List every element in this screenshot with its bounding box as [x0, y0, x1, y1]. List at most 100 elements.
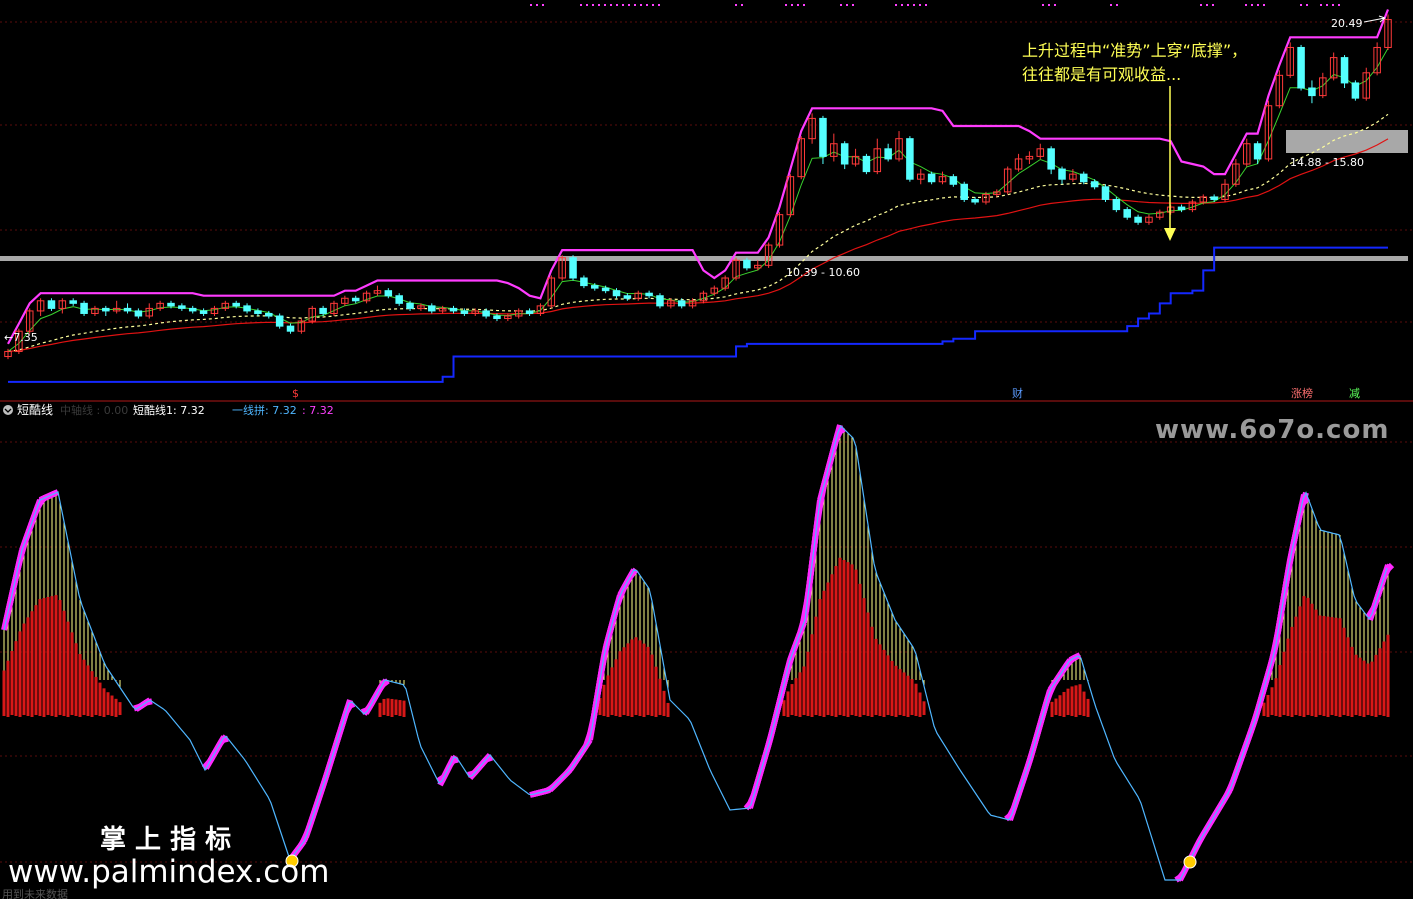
candle-body	[1253, 143, 1262, 160]
support-zone-low	[0, 256, 1408, 261]
support-zone-high	[1286, 130, 1408, 153]
candle-body	[232, 302, 240, 307]
dot-marker	[610, 4, 612, 6]
candle-body	[188, 307, 197, 312]
dot-marker	[919, 4, 921, 6]
dot-marker	[735, 4, 737, 6]
indicator-title[interactable]: 短酷线	[17, 403, 53, 417]
candle-body	[47, 300, 56, 309]
dot-marker	[913, 4, 915, 6]
dot-marker	[852, 4, 854, 6]
candle-body	[906, 138, 914, 180]
candle-body	[1351, 82, 1360, 99]
candle-body	[254, 310, 262, 314]
dot-marker	[1338, 4, 1340, 6]
candlestick-series	[4, 14, 1392, 360]
candle-body	[656, 295, 664, 307]
dot-marker	[1326, 4, 1328, 6]
event-tag-finance: 财	[1012, 386, 1023, 400]
candle-body	[178, 305, 186, 309]
dot-marker	[1110, 4, 1112, 6]
candle-body	[623, 295, 632, 299]
price-mark-arrow-icon	[1363, 15, 1386, 23]
candle-body	[1210, 196, 1218, 200]
candle-body	[1340, 57, 1349, 84]
footer-note: 用到未来数据	[2, 887, 68, 899]
candle-body	[1177, 206, 1186, 211]
candle-body	[580, 277, 588, 287]
dot-marker	[901, 4, 903, 6]
dot-marker	[1300, 4, 1302, 6]
candle-body	[949, 176, 958, 185]
ma-dashed-line	[7, 113, 1389, 353]
candle-body	[286, 325, 295, 332]
dot-marker	[785, 4, 787, 6]
dot-marker	[1251, 4, 1253, 6]
candle-body	[819, 117, 827, 157]
dot-marker	[580, 4, 582, 6]
candle-body	[525, 310, 534, 314]
price-mark-low: ←7.35	[4, 331, 38, 344]
candle-body	[275, 315, 284, 327]
event-tag-reduce: 减	[1349, 387, 1360, 400]
dot-marker	[846, 4, 848, 6]
candle-body	[1123, 209, 1131, 218]
event-tag-dollar: $	[292, 387, 299, 400]
dot-marker	[640, 4, 642, 6]
candle-body	[743, 259, 751, 269]
dot-marker	[1320, 4, 1322, 6]
lower-support-line	[8, 246, 1388, 383]
candle-body	[971, 198, 979, 203]
watermark-brand: 掌 上 指 标	[100, 825, 231, 855]
panel-menu-icon[interactable]	[3, 405, 13, 415]
candle-body	[319, 307, 327, 314]
dot-marker	[658, 4, 660, 6]
candle-body	[960, 183, 968, 200]
candle-body	[69, 300, 77, 304]
dot-marker	[652, 4, 654, 6]
price-mark-high: 20.49	[1331, 17, 1363, 30]
candle-body	[1308, 87, 1316, 97]
dot-marker	[536, 4, 538, 6]
candle-body	[384, 290, 393, 297]
candle-body	[927, 173, 936, 183]
dot-marker	[1332, 4, 1334, 6]
dot-marker	[598, 4, 600, 6]
candle-body	[862, 155, 871, 173]
candle-body	[612, 290, 621, 297]
dot-marker	[604, 4, 606, 6]
fast-line	[7, 48, 1389, 352]
candle-body	[1058, 168, 1066, 180]
candle-body	[243, 305, 251, 312]
dot-marker	[1257, 4, 1259, 6]
dot-marker	[741, 4, 743, 6]
oscillator-series	[1, 424, 1395, 883]
dot-marker	[1200, 4, 1202, 6]
chart-area: 10.39 - 10.60 14.88 - 15.80 ←7.35 20.49 …	[0, 4, 1413, 899]
candle-body	[677, 300, 686, 307]
dot-marker	[791, 4, 793, 6]
candle-body	[406, 302, 414, 309]
candle-body	[645, 292, 653, 297]
candle-body	[840, 143, 849, 165]
dot-marker	[895, 4, 897, 6]
dot-marker	[803, 4, 805, 6]
candle-body	[199, 310, 208, 314]
bottom-signal-dot-2	[1183, 855, 1197, 869]
legend-item-line1: 短酷线1: 7.32	[133, 403, 205, 417]
candle-body	[1297, 46, 1305, 89]
candle-body	[493, 315, 501, 320]
dot-marker	[586, 4, 588, 6]
candle-body	[1047, 148, 1055, 170]
zone-label-high: 14.88 - 15.80	[1290, 156, 1364, 169]
dot-marker	[797, 4, 799, 6]
candle-body	[102, 307, 110, 312]
candle-body	[1112, 198, 1121, 211]
top-dot-markers	[530, 4, 1340, 6]
candle-body	[460, 310, 469, 314]
candle-body	[351, 297, 360, 302]
dot-marker	[1212, 4, 1214, 6]
candle-body	[167, 302, 175, 307]
candle-body	[123, 307, 132, 312]
annotation-line-1: 上升过程中“准势”上穿“底撑”，	[1022, 41, 1247, 60]
